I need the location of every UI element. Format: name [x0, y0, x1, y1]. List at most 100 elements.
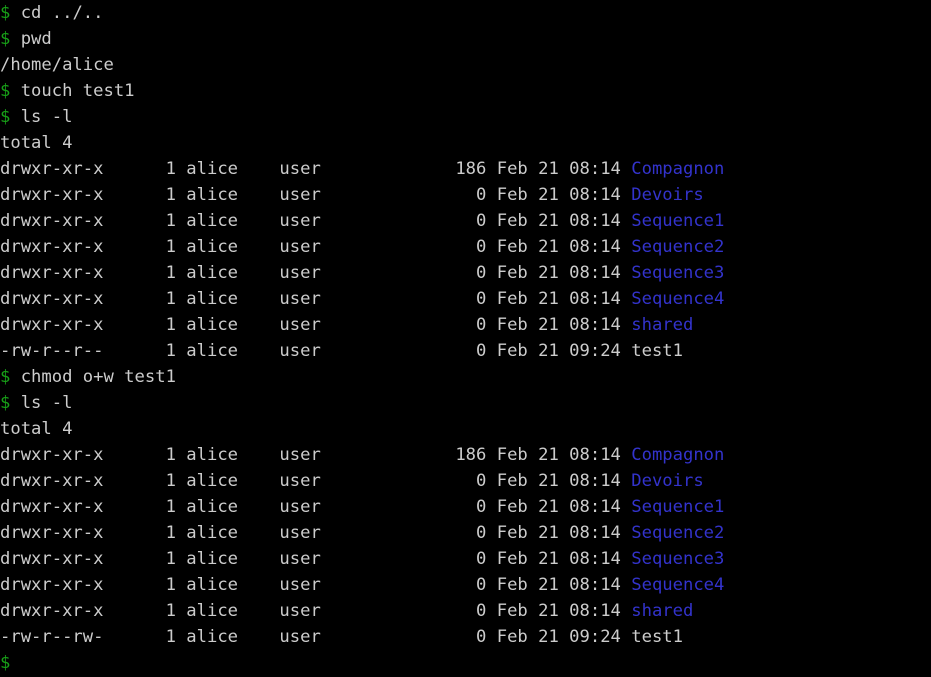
terminal-output-area[interactable]: $ cd ../.. $ pwd/home/alice $ touch test1 $…: [0, 0, 931, 677]
directory-name[interactable]: Compagnon: [631, 159, 724, 179]
file-link-count: 1: [103, 549, 176, 569]
file-owner: alice: [175, 471, 280, 491]
file-modified-date: Feb 21 08:14: [486, 237, 632, 257]
file-permissions: drwxr-xr-x: [0, 159, 104, 179]
file-size: 0: [382, 315, 487, 335]
terminal-command-line: $ chmod o+w test1: [0, 364, 931, 390]
file-size: 0: [382, 523, 487, 543]
file-link-count: 1: [103, 289, 176, 309]
file-modified-date: Feb 21 08:14: [486, 471, 632, 491]
file-modified-date: Feb 21 08:14: [486, 523, 632, 543]
directory-name[interactable]: Devoirs: [631, 185, 703, 205]
directory-name[interactable]: Sequence4: [631, 289, 724, 309]
file-owner: alice: [175, 549, 280, 569]
directory-name[interactable]: Sequence2: [631, 237, 724, 257]
directory-name[interactable]: shared: [631, 315, 693, 335]
file-owner: alice: [175, 237, 280, 257]
file-modified-date: Feb 21 08:14: [486, 185, 632, 205]
directory-name[interactable]: Sequence3: [631, 549, 724, 569]
file-modified-date: Feb 21 08:14: [486, 315, 632, 335]
file-listing-row: drwxr-xr-x 1 alice user 0 Feb 21 08:14 D…: [0, 468, 931, 494]
file-permissions: -rw-r--rw-: [0, 627, 104, 647]
file-listing-row: drwxr-xr-x 1 alice user 0 Feb 21 08:14 S…: [0, 546, 931, 572]
file-name[interactable]: test1: [631, 627, 683, 647]
directory-name[interactable]: Sequence3: [631, 263, 724, 283]
terminal-output-line: total 4: [0, 130, 931, 156]
terminal-command-line: $ cd ../..: [0, 0, 931, 26]
file-modified-date: Feb 21 08:14: [486, 445, 632, 465]
file-size: 0: [382, 497, 487, 517]
file-listing-row: drwxr-xr-x 1 alice user 0 Feb 21 08:14 S…: [0, 520, 931, 546]
file-owner: alice: [175, 523, 280, 543]
file-permissions: drwxr-xr-x: [0, 601, 104, 621]
file-owner: alice: [175, 289, 280, 309]
file-group: user: [279, 575, 383, 595]
file-listing-row: drwxr-xr-x 1 alice user 0 Feb 21 08:14 S…: [0, 572, 931, 598]
terminal-command-line: $ ls -l: [0, 104, 931, 130]
file-listing-row: drwxr-xr-x 1 alice user 0 Feb 21 08:14 S…: [0, 494, 931, 520]
file-modified-date: Feb 21 09:24: [486, 627, 632, 647]
terminal-command-line: $: [0, 650, 931, 676]
file-permissions: drwxr-xr-x: [0, 445, 104, 465]
file-link-count: 1: [103, 601, 176, 621]
file-size: 0: [382, 263, 487, 283]
shell-prompt-symbol: $: [0, 107, 11, 127]
terminal-command-text: cd ../..: [10, 3, 104, 23]
file-owner: alice: [175, 627, 280, 647]
file-link-count: 1: [103, 211, 176, 231]
directory-name[interactable]: Sequence4: [631, 575, 724, 595]
file-modified-date: Feb 21 08:14: [486, 601, 632, 621]
file-owner: alice: [175, 185, 280, 205]
shell-prompt-symbol: $: [0, 81, 11, 101]
terminal-output-line: /home/alice: [0, 52, 931, 78]
file-group: user: [279, 601, 383, 621]
file-link-count: 1: [103, 263, 176, 283]
file-size: 0: [382, 575, 487, 595]
directory-name[interactable]: Sequence1: [631, 211, 724, 231]
file-modified-date: Feb 21 08:14: [486, 211, 632, 231]
directory-name[interactable]: Sequence1: [631, 497, 724, 517]
terminal-command-text: touch test1: [10, 81, 135, 101]
terminal-command-line: $ pwd: [0, 26, 931, 52]
directory-name[interactable]: shared: [631, 601, 693, 621]
file-listing-row: drwxr-xr-x 1 alice user 0 Feb 21 08:14 S…: [0, 286, 931, 312]
file-link-count: 1: [103, 315, 176, 335]
file-permissions: drwxr-xr-x: [0, 523, 104, 543]
file-size: 0: [382, 627, 487, 647]
file-permissions: drwxr-xr-x: [0, 549, 104, 569]
file-owner: alice: [175, 263, 280, 283]
file-listing-row: drwxr-xr-x 1 alice user 186 Feb 21 08:14…: [0, 442, 931, 468]
file-group: user: [279, 185, 383, 205]
file-listing-row: drwxr-xr-x 1 alice user 0 Feb 21 08:14 s…: [0, 598, 931, 624]
file-size: 186: [382, 445, 487, 465]
file-link-count: 1: [103, 471, 176, 491]
directory-name[interactable]: Devoirs: [631, 471, 703, 491]
file-group: user: [279, 627, 383, 647]
file-size: 0: [382, 289, 487, 309]
directory-name[interactable]: Compagnon: [631, 445, 724, 465]
file-permissions: drwxr-xr-x: [0, 575, 104, 595]
file-group: user: [279, 289, 383, 309]
file-modified-date: Feb 21 09:24: [486, 341, 632, 361]
file-owner: alice: [175, 445, 280, 465]
file-modified-date: Feb 21 08:14: [486, 289, 632, 309]
file-permissions: drwxr-xr-x: [0, 237, 104, 257]
file-link-count: 1: [103, 627, 176, 647]
terminal-output-line: total 4: [0, 416, 931, 442]
file-owner: alice: [175, 575, 280, 595]
shell-prompt-symbol: $: [0, 29, 11, 49]
file-group: user: [279, 549, 383, 569]
file-owner: alice: [175, 159, 280, 179]
file-owner: alice: [175, 601, 280, 621]
file-listing-row: drwxr-xr-x 1 alice user 0 Feb 21 08:14 S…: [0, 208, 931, 234]
file-name[interactable]: test1: [631, 341, 683, 361]
file-link-count: 1: [103, 523, 176, 543]
file-owner: alice: [175, 315, 280, 335]
file-permissions: drwxr-xr-x: [0, 263, 104, 283]
terminal-command-text: ls -l: [10, 107, 73, 127]
file-permissions: drwxr-xr-x: [0, 497, 104, 517]
file-listing-row: drwxr-xr-x 1 alice user 186 Feb 21 08:14…: [0, 156, 931, 182]
directory-name[interactable]: Sequence2: [631, 523, 724, 543]
file-modified-date: Feb 21 08:14: [486, 159, 632, 179]
shell-prompt-symbol: $: [0, 653, 11, 673]
